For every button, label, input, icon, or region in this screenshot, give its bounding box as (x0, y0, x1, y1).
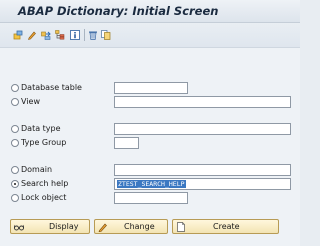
lock-object-radio[interactable] (11, 194, 19, 202)
view-label: View (21, 97, 40, 106)
change-button-label: Change (124, 222, 155, 231)
create-button-label: Create (213, 222, 240, 231)
display-button-label: Display (49, 222, 79, 231)
option-row-domain: Domain (11, 164, 291, 176)
search-help-label: Search help (21, 179, 69, 188)
option-row-type-group: Type Group (11, 137, 291, 149)
option-row-search-help: Search help ZTEST_SEARCH_HELP (11, 178, 291, 190)
where-used-icon[interactable] (41, 30, 51, 40)
info-icon[interactable] (70, 30, 80, 40)
domain-radio[interactable] (11, 166, 19, 174)
glasses-icon (14, 224, 24, 231)
pencil-icon (98, 223, 107, 232)
option-row-database-table: Database table (11, 82, 291, 94)
option-row-view: View (11, 96, 291, 108)
title-bar: ABAP Dictionary: Initial Screen (0, 0, 300, 23)
search-help-radio[interactable] (11, 180, 19, 188)
new-document-icon (177, 222, 185, 232)
change-button[interactable]: Change (94, 219, 168, 234)
edit-icon[interactable] (27, 30, 37, 40)
search-help-field[interactable]: ZTEST_SEARCH_HELP (114, 178, 291, 190)
type-group-radio[interactable] (11, 139, 19, 147)
copy-icon[interactable] (101, 30, 111, 40)
view-radio[interactable] (11, 98, 19, 106)
create-button[interactable]: Create (172, 219, 279, 234)
application-toolbar (0, 23, 300, 48)
lock-object-label: Lock object (21, 193, 67, 202)
toolbar-separator (84, 29, 85, 41)
data-type-label: Data type (21, 124, 61, 133)
option-row-lock-object: Lock object (11, 192, 291, 204)
search-help-value: ZTEST_SEARCH_HELP (117, 180, 186, 188)
type-group-field[interactable] (114, 137, 139, 149)
data-type-field[interactable] (114, 123, 291, 135)
display-button[interactable]: Display (10, 219, 90, 234)
view-field[interactable] (114, 96, 291, 108)
lock-object-field[interactable] (114, 192, 188, 204)
database-table-field[interactable] (114, 82, 188, 94)
other-object-icon[interactable] (13, 30, 23, 40)
domain-field[interactable] (114, 164, 291, 176)
option-row-data-type: Data type (11, 123, 291, 135)
delete-icon[interactable] (88, 30, 98, 40)
domain-label: Domain (21, 165, 53, 174)
database-table-label: Database table (21, 83, 82, 92)
hierarchy-icon[interactable] (55, 30, 65, 40)
database-table-radio[interactable] (11, 84, 19, 92)
type-group-label: Type Group (21, 138, 67, 147)
data-type-radio[interactable] (11, 125, 19, 133)
page-title: ABAP Dictionary: Initial Screen (18, 4, 219, 18)
